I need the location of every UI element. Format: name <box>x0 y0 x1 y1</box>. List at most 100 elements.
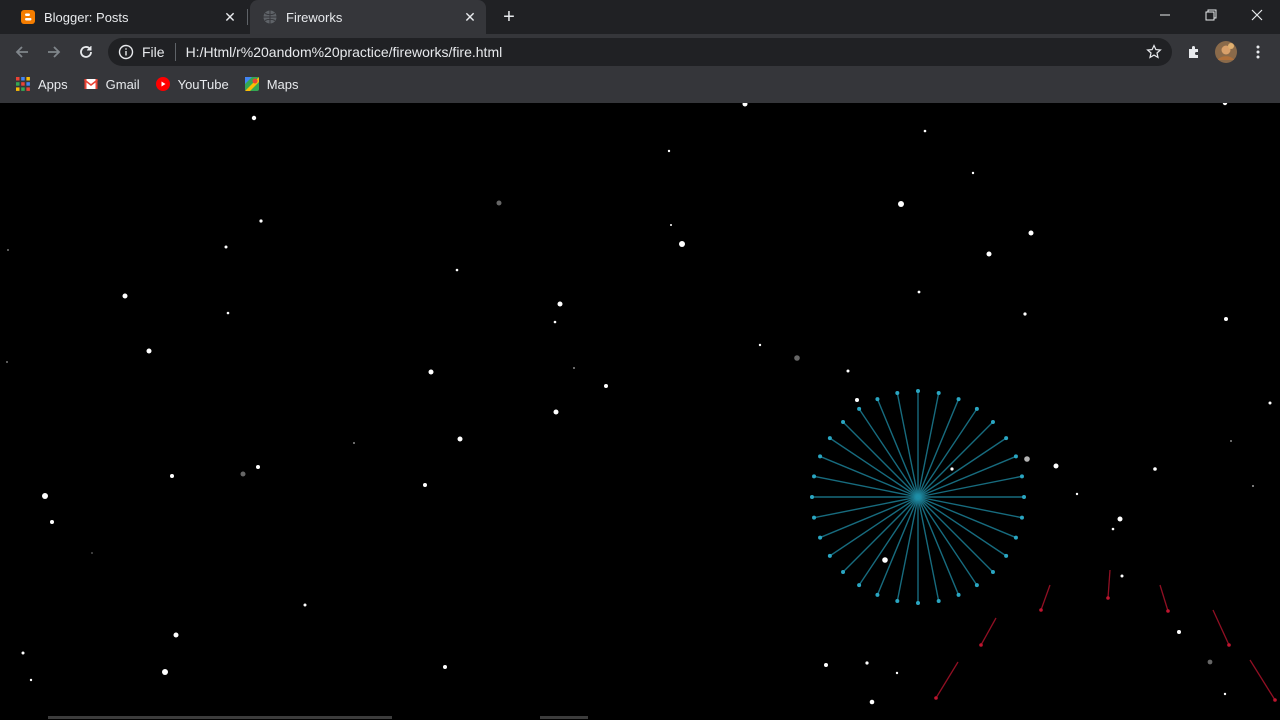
rocket-trail <box>1249 659 1276 701</box>
bookmark-youtube[interactable]: YouTube <box>155 77 229 92</box>
bookmark-label: Gmail <box>105 76 140 92</box>
star-particle <box>226 311 230 315</box>
burst-spark <box>1013 454 1018 459</box>
burst-ray <box>917 496 994 573</box>
minimize-button[interactable] <box>1142 0 1188 30</box>
tab-strip: Blogger: Posts ✕ Fireworks ✕ + <box>0 0 1280 34</box>
star-icon[interactable] <box>1146 44 1162 60</box>
globe-icon <box>263 10 277 24</box>
star-particle <box>122 293 128 299</box>
close-tab-icon[interactable]: ✕ <box>462 9 478 25</box>
restore-icon <box>1205 9 1217 21</box>
toolbar: File H:/Html/r%20andom%20practice/firewo… <box>0 36 1280 70</box>
burst-spark <box>827 553 832 558</box>
restore-button[interactable] <box>1188 0 1234 30</box>
star-particle <box>6 361 8 363</box>
menu-button[interactable] <box>1244 38 1272 66</box>
burst-spark <box>990 569 995 574</box>
bookmark-label: Apps <box>38 76 68 92</box>
star-particle <box>1207 659 1213 665</box>
rocket-head <box>1166 609 1170 613</box>
tab-title: Blogger: Posts <box>44 9 129 25</box>
extensions-button[interactable] <box>1180 38 1208 66</box>
star-particle <box>457 436 463 442</box>
tab-title: Fireworks <box>286 9 343 25</box>
burst-spark <box>956 592 961 597</box>
url-text[interactable]: H:/Html/r%20andom%20practice/fireworks/f… <box>186 44 503 60</box>
info-icon[interactable] <box>118 44 134 60</box>
star-particle <box>895 671 899 675</box>
star-particle <box>824 663 828 667</box>
rocket-trail <box>980 617 997 646</box>
rocket-trail <box>935 661 959 699</box>
burst-spark <box>974 406 979 411</box>
star-particle <box>259 219 263 223</box>
star-particle <box>1111 527 1115 531</box>
star-particle <box>1177 630 1181 634</box>
star-particle <box>573 367 575 369</box>
star-particle <box>1223 692 1227 696</box>
burst-spark <box>841 569 846 574</box>
burst-spark <box>875 397 880 402</box>
close-tab-icon[interactable]: ✕ <box>222 9 238 25</box>
browser-chrome: Blogger: Posts ✕ Fireworks ✕ + File H:/H… <box>0 0 1280 103</box>
star-particle <box>667 149 671 153</box>
star-particle <box>869 699 875 705</box>
close-icon <box>1251 9 1263 21</box>
star-particle <box>950 467 954 471</box>
rocket-trail <box>1107 569 1111 599</box>
star-particle <box>162 669 168 675</box>
star-particle <box>353 442 355 444</box>
star-particle <box>553 409 559 415</box>
burst-spark <box>857 583 862 588</box>
address-bar[interactable]: File H:/Html/r%20andom%20practice/firewo… <box>108 38 1172 66</box>
star-particle <box>1222 103 1228 106</box>
burst-spark <box>827 436 832 441</box>
star-particle <box>679 241 685 247</box>
rocket-trail <box>1159 584 1169 612</box>
star-particle <box>42 493 48 499</box>
burst-spark <box>1004 436 1009 441</box>
star-particle <box>443 665 447 669</box>
star-particle <box>1023 312 1027 316</box>
star-particle <box>1053 463 1059 469</box>
bookmark-apps[interactable]: Apps <box>16 77 68 92</box>
fireworks-canvas[interactable] <box>0 103 1280 720</box>
star-particle <box>1268 401 1272 405</box>
star-particle <box>455 268 459 272</box>
star-particle <box>604 384 608 388</box>
star-particle <box>1075 492 1079 496</box>
more-vert-icon <box>1256 45 1260 59</box>
bookmark-gmail[interactable]: Gmail <box>83 76 140 92</box>
avatar <box>1215 41 1237 63</box>
bookmark-maps[interactable]: Maps <box>244 77 298 92</box>
gmail-icon <box>83 79 98 89</box>
star-particle <box>742 103 748 107</box>
close-window-button[interactable] <box>1234 0 1280 30</box>
star-particle <box>971 171 975 175</box>
burst-spark <box>956 397 961 402</box>
reload-button[interactable] <box>72 38 100 66</box>
star-particle <box>986 251 992 257</box>
back-button[interactable] <box>8 38 36 66</box>
burst-spark <box>810 495 814 499</box>
burst-spark <box>1019 515 1024 520</box>
star-particle <box>224 245 228 249</box>
profile-button[interactable] <box>1212 38 1240 66</box>
horizontal-scrollbar-thumb[interactable] <box>48 716 392 719</box>
star-particle <box>898 201 904 207</box>
bookmarks-bar: Apps Gmail YouTube Maps <box>0 72 1280 96</box>
rocket-trail <box>1212 609 1230 646</box>
tab-blogger[interactable]: Blogger: Posts ✕ <box>8 0 246 34</box>
rocket-trail <box>1040 584 1051 611</box>
star-particle <box>251 115 257 121</box>
burst-spark <box>1013 535 1018 540</box>
burst-spark <box>818 454 823 459</box>
horizontal-scrollbar-thumb[interactable] <box>540 716 588 719</box>
burst-spark <box>857 406 862 411</box>
forward-button[interactable] <box>40 38 68 66</box>
burst-spark <box>818 535 823 540</box>
tab-fireworks[interactable]: Fireworks ✕ <box>250 0 486 34</box>
new-tab-button[interactable]: + <box>498 6 520 28</box>
star-particle <box>1252 485 1254 487</box>
